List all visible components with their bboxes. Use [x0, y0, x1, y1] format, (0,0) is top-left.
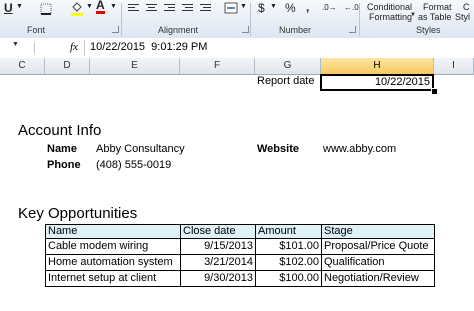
cell-styles-button-line2[interactable]: Styl	[455, 12, 470, 22]
format-as-table-button-line2[interactable]: as Table	[418, 12, 451, 22]
table-header-name: Name	[45, 224, 181, 239]
borders-icon[interactable]	[40, 3, 52, 15]
row-stage[interactable]: Qualification	[321, 255, 435, 271]
selected-cell-report-date[interactable]: 10/22/2015	[320, 74, 434, 91]
underline-button[interactable]: U	[4, 1, 13, 15]
chevron-down-icon[interactable]: ▼	[16, 3, 23, 10]
row-stage[interactable]: Proposal/Price Quote	[321, 239, 435, 255]
row-amount[interactable]: $100.00	[255, 271, 321, 287]
cell-styles-button[interactable]: C	[463, 2, 470, 12]
column-header-f[interactable]: F	[180, 58, 255, 74]
align-right-icon[interactable]	[164, 4, 175, 13]
align-center-icon[interactable]	[146, 4, 157, 13]
column-header-h[interactable]: H	[321, 58, 434, 74]
align-left-icon[interactable]	[128, 4, 139, 13]
number-dialog-launcher[interactable]	[349, 26, 356, 33]
row-name[interactable]: Cable modem wiring	[45, 239, 180, 255]
chevron-down-icon[interactable]: ▼	[86, 3, 93, 10]
key-opportunities-title: Key Opportunities	[18, 205, 138, 222]
row-name[interactable]: Home automation system	[45, 255, 180, 271]
font-group-label: Font	[27, 25, 46, 35]
row-close-date[interactable]: 9/15/2013	[180, 239, 255, 255]
fill-handle[interactable]	[431, 88, 438, 95]
column-headers: C D E F G H I	[0, 58, 474, 75]
insert-function-button[interactable]: fx	[70, 41, 78, 53]
font-color-button[interactable]: A	[96, 0, 105, 14]
website-value: www.abby.com	[323, 143, 397, 155]
currency-button[interactable]: $	[258, 1, 265, 15]
ribbon: U ▼ ▼ A ▼ Font ▼ Alignment $ ▼ % , .0→ ←…	[0, 0, 474, 39]
column-header-i[interactable]: I	[434, 58, 474, 74]
formula-bar: ▼ fx 10/22/2015 9:01:29 PM	[0, 38, 474, 59]
column-header-e[interactable]: E	[90, 58, 180, 74]
alignment-group-label: Alignment	[158, 25, 199, 35]
percent-button[interactable]: %	[285, 1, 296, 15]
increase-indent-icon[interactable]	[200, 4, 211, 13]
name-value: Abby Consultancy	[96, 143, 185, 155]
account-info-title: Account Info	[18, 122, 102, 139]
table-header-stage: Stage	[321, 224, 435, 239]
chevron-down-icon[interactable]: ▼	[410, 12, 416, 18]
chevron-down-icon[interactable]: ▼	[270, 3, 277, 10]
website-label: Website	[257, 143, 299, 155]
chevron-down-icon[interactable]: ▼	[12, 41, 19, 48]
column-header-g[interactable]: G	[255, 58, 321, 74]
styles-group-label: Styles	[416, 25, 441, 35]
format-as-table-button[interactable]: Format	[423, 2, 452, 12]
conditional-formatting-button-line2[interactable]: Formatting	[369, 12, 412, 22]
report-date-label: Report date	[257, 75, 315, 87]
formula-input[interactable]: 10/22/2015 9:01:29 PM	[90, 41, 207, 53]
increase-decimal-icon[interactable]: .0→	[322, 3, 337, 12]
formula-divider	[34, 42, 35, 54]
row-close-date[interactable]: 9/30/2013	[180, 271, 255, 287]
row-amount[interactable]: $101.00	[255, 239, 321, 255]
chevron-down-icon[interactable]: ▼	[110, 3, 117, 10]
row-amount[interactable]: $102.00	[255, 255, 321, 271]
conditional-formatting-button[interactable]: Conditional	[367, 2, 412, 12]
decrease-decimal-icon[interactable]: ←.0	[344, 3, 359, 12]
row-name[interactable]: Internet setup at client	[45, 271, 180, 287]
formula-input-border	[84, 40, 85, 56]
row-stage[interactable]: Negotiation/Review	[321, 271, 435, 287]
name-label: Name	[47, 143, 77, 155]
table-header-amount: Amount	[255, 224, 322, 239]
table-header-close-date: Close date	[180, 224, 256, 239]
comma-style-button[interactable]: ,	[306, 0, 309, 14]
name-box[interactable]	[0, 39, 12, 56]
decrease-indent-icon[interactable]	[182, 4, 193, 13]
phone-label: Phone	[47, 159, 81, 171]
font-dialog-launcher[interactable]	[112, 26, 119, 33]
row-close-date[interactable]: 3/21/2014	[180, 255, 255, 271]
column-header-c[interactable]: C	[0, 58, 45, 74]
number-group-label: Number	[279, 25, 312, 35]
phone-value: (408) 555-0019	[96, 159, 172, 171]
alignment-dialog-launcher[interactable]	[242, 26, 249, 33]
column-header-d[interactable]: D	[45, 58, 90, 74]
fill-color-icon[interactable]	[70, 1, 84, 17]
chevron-down-icon[interactable]: ▼	[240, 3, 247, 10]
merge-center-icon[interactable]	[224, 2, 238, 14]
